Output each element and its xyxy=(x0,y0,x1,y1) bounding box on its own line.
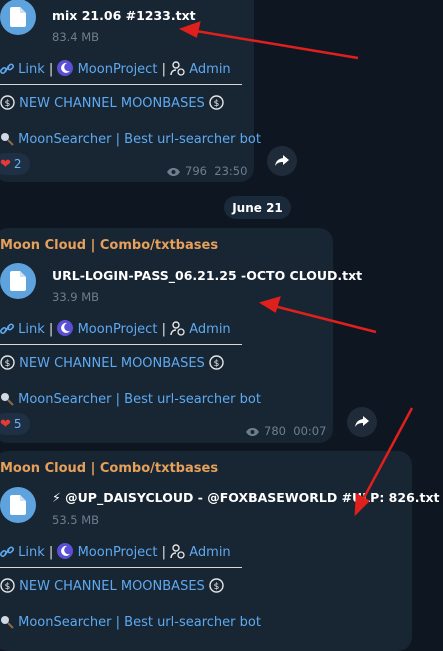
project-link[interactable]: MoonProject xyxy=(78,322,158,337)
file-size: 33.9 MB xyxy=(52,290,100,304)
link-icon xyxy=(0,62,15,80)
file-icon[interactable] xyxy=(0,0,36,35)
file-icon[interactable] xyxy=(0,263,36,299)
link-icon xyxy=(0,545,15,563)
dollar-coin-icon: $ xyxy=(0,95,15,114)
new-channel-row: $ NEW CHANNEL MOONBASES $ xyxy=(0,355,224,374)
separator-line xyxy=(0,567,242,568)
reaction-button[interactable]: ❤ 5 xyxy=(0,413,30,435)
admin-link[interactable]: Admin xyxy=(189,322,230,337)
separator-line xyxy=(0,84,242,85)
channel-links-row: Link | MoonProject | Admin xyxy=(0,320,231,340)
share-button[interactable] xyxy=(347,407,377,437)
dollar-coin-icon: $ xyxy=(209,578,224,597)
dollar-coin-icon: $ xyxy=(209,355,224,374)
sender-name[interactable]: Moon Cloud | Combo/txtbases xyxy=(0,461,218,476)
new-channel-link[interactable]: NEW CHANNEL MOONBASES xyxy=(19,356,205,371)
magnifier-icon xyxy=(0,615,14,633)
svg-text:$: $ xyxy=(214,582,220,592)
sender-name[interactable]: Moon Cloud | Combo/txtbases xyxy=(0,238,218,253)
file-name[interactable]: ⚡ @UP_DAISYCLOUD - @FOXBASEWORLD #ULP: 8… xyxy=(52,490,440,505)
views-count: 796 xyxy=(185,164,207,178)
link-link[interactable]: Link xyxy=(18,322,45,337)
eye-icon xyxy=(245,426,260,440)
file-size: 53.5 MB xyxy=(52,513,100,527)
admin-icon xyxy=(170,544,185,563)
searcher-link[interactable]: MoonSearcher | Best url-searcher bot xyxy=(18,392,261,407)
message-meta: 780 00:07 xyxy=(245,424,326,440)
message-meta: 796 23:50 xyxy=(166,164,247,180)
channel-links-row: Link | MoonProject | Admin xyxy=(0,60,231,80)
svg-text:$: $ xyxy=(5,359,11,369)
channel-links-row: Link | MoonProject | Admin xyxy=(0,543,231,563)
link-link[interactable]: Link xyxy=(18,62,45,77)
svg-text:$: $ xyxy=(5,582,11,592)
magnifier-icon xyxy=(0,132,14,150)
new-channel-link[interactable]: NEW CHANNEL MOONBASES xyxy=(19,579,205,594)
magnifier-icon xyxy=(0,392,14,410)
dollar-coin-icon: $ xyxy=(0,578,15,597)
admin-icon xyxy=(170,61,185,80)
admin-link[interactable]: Admin xyxy=(189,545,230,560)
searcher-row: MoonSearcher | Best url-searcher bot xyxy=(0,615,261,633)
searcher-row: MoonSearcher | Best url-searcher bot xyxy=(0,392,261,410)
date-divider: June 21 xyxy=(224,196,291,219)
dollar-coin-icon: $ xyxy=(209,95,224,114)
share-icon xyxy=(275,152,289,171)
share-icon xyxy=(355,413,369,432)
share-button[interactable] xyxy=(267,146,297,176)
dollar-coin-icon: $ xyxy=(0,355,15,374)
searcher-link[interactable]: MoonSearcher | Best url-searcher bot xyxy=(18,132,261,147)
project-link[interactable]: MoonProject xyxy=(78,545,158,560)
eye-icon xyxy=(166,166,181,180)
link-link[interactable]: Link xyxy=(18,545,45,560)
separator-line xyxy=(0,344,242,345)
moon-icon xyxy=(57,60,74,80)
file-name[interactable]: mix 21.06 #1233.txt xyxy=(52,8,196,23)
reaction-count: 5 xyxy=(13,417,22,431)
reaction-count: 2 xyxy=(13,157,22,171)
new-channel-row: $ NEW CHANNEL MOONBASES $ xyxy=(0,95,224,114)
time: 23:50 xyxy=(214,164,248,178)
new-channel-row: $ NEW CHANNEL MOONBASES $ xyxy=(0,578,224,597)
moon-icon xyxy=(57,320,74,340)
time: 00:07 xyxy=(293,424,327,438)
moon-icon xyxy=(57,543,74,563)
file-icon[interactable] xyxy=(0,487,36,523)
file-name[interactable]: URL-LOGIN-PASS_06.21.25 -OCTO CLOUD.txt xyxy=(52,268,362,283)
admin-link[interactable]: Admin xyxy=(189,62,230,77)
new-channel-link[interactable]: NEW CHANNEL MOONBASES xyxy=(19,96,205,111)
project-link[interactable]: MoonProject xyxy=(78,62,158,77)
reaction-button[interactable]: ❤ 2 xyxy=(0,153,30,175)
heart-icon: ❤ xyxy=(0,156,11,172)
file-size: 83.4 MB xyxy=(52,30,100,44)
message-bubble-1 xyxy=(0,0,254,182)
searcher-row: MoonSearcher | Best url-searcher bot xyxy=(0,132,261,150)
svg-text:$: $ xyxy=(214,99,220,109)
svg-text:$: $ xyxy=(5,99,11,109)
admin-icon xyxy=(170,321,185,340)
views-count: 780 xyxy=(264,424,286,438)
svg-text:$: $ xyxy=(214,359,220,369)
heart-icon: ❤ xyxy=(0,416,11,432)
link-icon xyxy=(0,322,15,340)
searcher-link[interactable]: MoonSearcher | Best url-searcher bot xyxy=(18,615,261,630)
